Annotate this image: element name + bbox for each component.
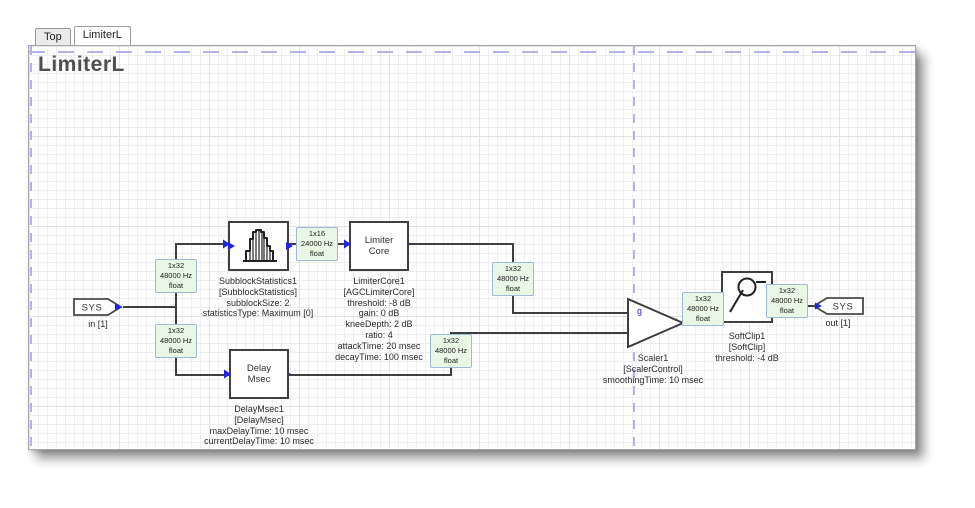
wire-label-delay-to-scaler[interactable]: 1x3248000 Hzfloat	[430, 334, 472, 368]
wire-layer	[29, 46, 916, 450]
tab-top[interactable]: Top	[35, 28, 71, 45]
softclip-curve-icon	[723, 274, 771, 320]
sys-output-caption: out [1]	[788, 318, 888, 329]
softclip1-caption: SoftClip1 [SoftClip] threshold: -4 dB	[677, 331, 817, 363]
wire-label-subblock-to-limitercore[interactable]: 1x1624000 Hzfloat	[296, 227, 338, 261]
sys-input-caption: in [1]	[48, 319, 148, 330]
scaler-gain-pin-label: g	[637, 306, 642, 316]
sys-output-label: SYS	[833, 302, 854, 313]
tab-limiterl[interactable]: LimiterL	[74, 26, 131, 45]
output-pin-icon[interactable]	[286, 242, 293, 250]
diagram-canvas[interactable]: LimiterL	[28, 45, 916, 450]
designer-window: Top LimiterL LimiterL	[28, 14, 916, 450]
block-sys-output[interactable]: SYS	[813, 297, 865, 315]
block-sys-input[interactable]: SYS	[73, 298, 125, 316]
limitercore-inner-label: Limiter Core	[365, 235, 394, 257]
block-limitercore1[interactable]: Limiter Core	[349, 221, 409, 271]
wire-label-limitercore-to-scaler[interactable]: 1x3248000 Hzfloat	[492, 262, 534, 296]
sys-input-label: SYS	[82, 303, 103, 314]
delaymsec-inner-label: Delay Msec	[247, 363, 271, 385]
document-tabbar: Top LimiterL	[28, 14, 916, 45]
wire-label-input-to-subblock[interactable]: 1x3248000 Hzfloat	[155, 259, 197, 293]
input-pin-icon[interactable]	[228, 242, 235, 250]
wire-label-scaler-to-softclip[interactable]: 1x3248000 Hzfloat	[682, 292, 724, 326]
histogram-icon	[234, 225, 284, 267]
wire-label-input-to-delay[interactable]: 1x3248000 Hzfloat	[155, 324, 197, 358]
block-delaymsec1[interactable]: Delay Msec	[229, 349, 289, 399]
delaymsec1-caption: DelayMsec1 [DelayMsec] maxDelayTime: 10 …	[169, 404, 349, 447]
block-subblockstatistics1[interactable]	[228, 221, 289, 271]
wire-label-softclip-to-output[interactable]: 1x3248000 Hzfloat	[766, 284, 808, 318]
